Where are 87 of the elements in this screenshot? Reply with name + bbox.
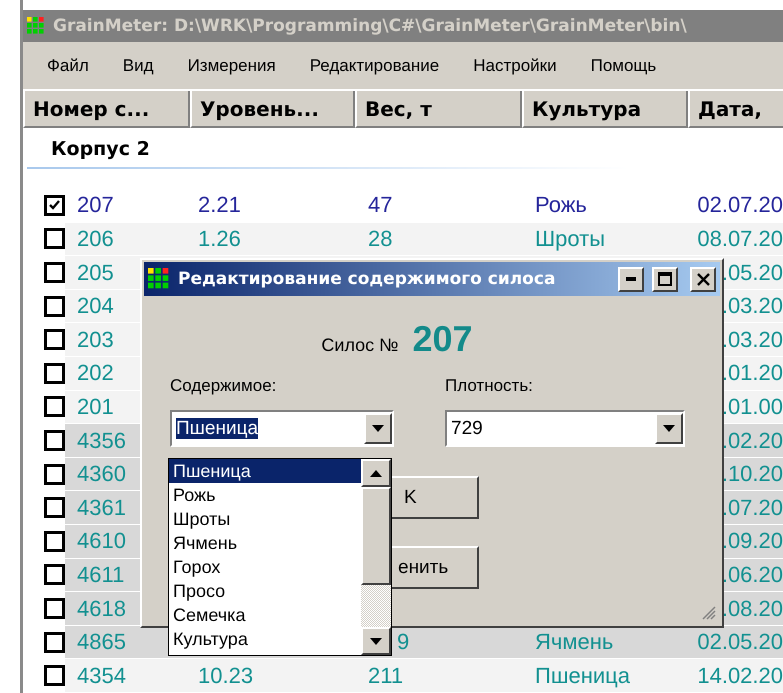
table-cell: .01.20 <box>722 360 783 386</box>
close-icon <box>696 272 710 286</box>
checkbox[interactable] <box>44 194 65 216</box>
column-header[interactable]: Дата, <box>688 91 783 128</box>
table-cell: 2.21 <box>198 192 241 218</box>
scrollbar-thumb[interactable] <box>361 487 391 585</box>
window-title: GrainMeter: D:\WRK\Programming\C#\GrainMeter\GrainMeter\bin\ <box>53 16 687 36</box>
table-cell: .06.20 <box>722 562 783 588</box>
checkbox[interactable] <box>44 430 65 452</box>
silo-number: 207 <box>412 318 473 360</box>
table-cell: 02.07.20 <box>697 192 783 218</box>
menu-item[interactable]: Файл <box>47 56 106 76</box>
table-cell: .03.20 <box>722 293 783 320</box>
table-cell: Ячмень <box>535 629 614 656</box>
table-cell: .03.20 <box>722 326 783 353</box>
size-grip-icon <box>702 606 716 620</box>
checkbox[interactable] <box>44 564 65 586</box>
table-cell: .01.00 <box>722 394 783 420</box>
checkbox[interactable] <box>44 296 65 317</box>
checkbox[interactable] <box>44 497 65 518</box>
table-cell: 47 <box>368 192 392 218</box>
table-cell: .08.20 <box>722 596 783 622</box>
table-cell: .02.20 <box>722 428 783 454</box>
table-cell: .10.20 <box>722 461 783 488</box>
checkbox[interactable] <box>44 464 65 485</box>
maximize-icon <box>658 272 672 286</box>
checkbox[interactable] <box>44 665 65 686</box>
checkbox[interactable] <box>44 632 65 653</box>
minimize-icon <box>626 277 636 281</box>
app-icon <box>27 16 45 35</box>
table-cell: 28 <box>368 226 392 252</box>
density-dropdown[interactable]: 729 <box>445 410 685 447</box>
scrollbar[interactable] <box>361 459 391 655</box>
down-arrow-icon <box>372 425 384 432</box>
down-arrow-icon <box>370 638 382 644</box>
menu-item[interactable]: Редактирование <box>310 56 456 76</box>
scroll-down-button[interactable] <box>361 627 391 655</box>
list-option[interactable]: Рожь <box>169 483 361 507</box>
column-header[interactable]: Уровень... <box>190 91 355 128</box>
menu-item[interactable]: Вид <box>122 56 171 76</box>
app-icon <box>148 268 170 290</box>
checkbox[interactable] <box>44 262 65 284</box>
field-label: Содержимое: <box>170 376 278 396</box>
list-option[interactable]: Горох <box>169 555 361 579</box>
table-cell: .05.20 <box>722 260 783 286</box>
menu-item[interactable]: Помощь <box>590 56 674 76</box>
table-cell: 10.23 <box>198 662 254 689</box>
table-cell: 14.02.20 <box>697 662 783 689</box>
maximize-button[interactable] <box>652 266 678 292</box>
checkbox[interactable] <box>44 396 65 418</box>
field-label: Плотность: <box>445 376 534 396</box>
content-dropdown[interactable]: Пшеница <box>170 410 394 447</box>
close-button[interactable] <box>690 266 716 292</box>
list-option[interactable]: Пшеница <box>169 459 361 483</box>
list-option[interactable]: Просо <box>169 579 361 603</box>
down-arrow-icon <box>663 425 675 432</box>
checkbox[interactable] <box>44 329 65 350</box>
silo-label: Силос № <box>321 335 398 356</box>
table-cell: 9 <box>397 629 410 656</box>
table-cell: .07.20 <box>722 494 783 521</box>
list-option[interactable]: Шроты <box>169 507 361 531</box>
table-cell: 211 <box>368 662 404 689</box>
table-cell: .09.20 <box>722 528 783 554</box>
dialog-title: Редактирование содержимого силоса <box>178 269 556 289</box>
table-cell: 02.05.20 <box>697 629 783 656</box>
table-cell: 08.07.20 <box>697 226 783 252</box>
checkbox[interactable] <box>44 362 65 384</box>
table-cell: 1.26 <box>198 226 241 252</box>
checkbox[interactable] <box>44 598 65 619</box>
table-cell: Рожь <box>535 192 587 218</box>
column-header[interactable]: Номер с... <box>23 91 190 128</box>
up-arrow-icon <box>370 470 382 476</box>
column-header[interactable]: Культура <box>522 91 688 128</box>
list-option[interactable]: Ячмень <box>169 531 361 555</box>
group-header: Корпус 2 <box>50 137 151 162</box>
column-header[interactable]: Вес, т <box>355 91 522 128</box>
table-cell: Пшеница <box>535 662 630 689</box>
table-cell: Шроты <box>535 226 606 252</box>
checkbox[interactable] <box>44 228 65 250</box>
menu-item[interactable]: Настройки <box>473 56 574 76</box>
scroll-up-button[interactable] <box>361 459 391 487</box>
menu-item[interactable]: Измерения <box>188 56 293 76</box>
list-option[interactable]: Семечка <box>169 603 361 627</box>
list-option[interactable]: Культура <box>169 627 361 651</box>
checkbox[interactable] <box>44 530 65 552</box>
minimize-button[interactable] <box>618 266 644 292</box>
check-icon <box>49 200 60 210</box>
